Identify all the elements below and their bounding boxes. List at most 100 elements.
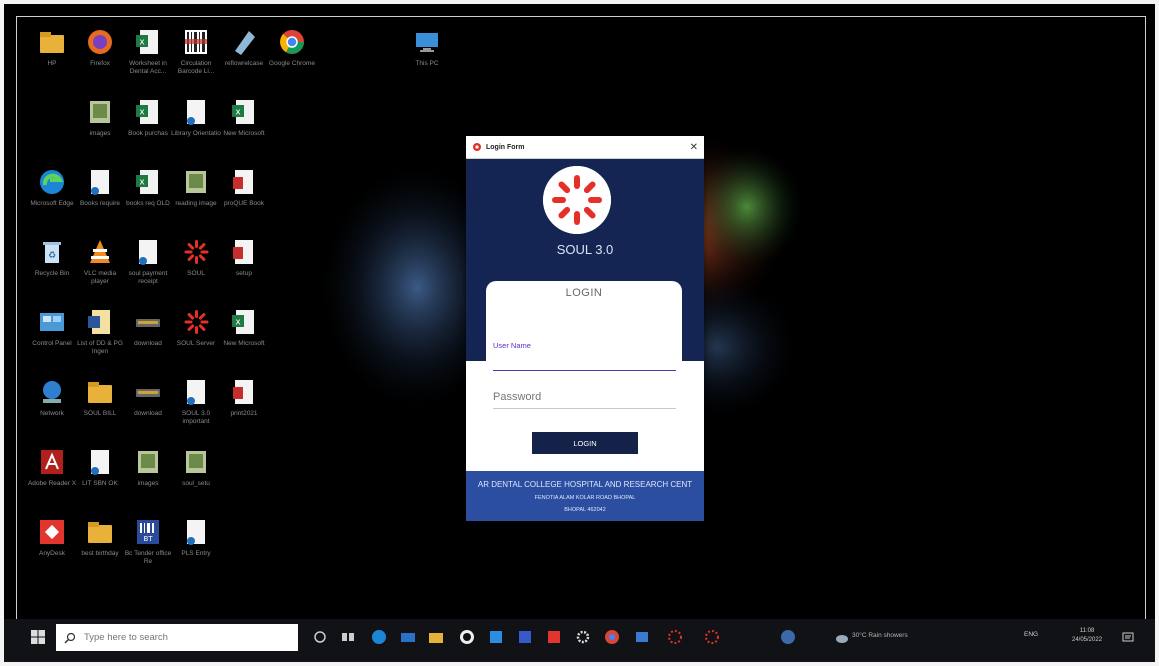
desktop-icon-label: reading image	[175, 200, 217, 207]
soul-taskbar-icon[interactable]	[667, 629, 683, 645]
desktop-icon-images[interactable]: images	[75, 97, 125, 146]
close-icon[interactable]: ✕	[690, 142, 698, 153]
svg-text:x: x	[139, 108, 145, 118]
username-field-label[interactable]: User Name	[493, 341, 676, 350]
desktop-icon-label: setup	[236, 270, 252, 277]
desktop-icon-soul-3-0-important[interactable]: SOUL 3.0 important	[171, 377, 221, 426]
taskbar-search[interactable]	[56, 624, 298, 651]
desktop-icon-this-pc[interactable]: This PC	[402, 27, 452, 76]
photos-icon[interactable]	[634, 629, 650, 645]
desktop-icon-list-of-dd-pg-ingen[interactable]: List of DD & PG Ingen	[75, 307, 125, 356]
desktop-icon-reading-image[interactable]: reading image	[171, 167, 221, 216]
password-input[interactable]	[493, 389, 676, 405]
file-explorer-icon[interactable]	[428, 629, 444, 645]
pdf-icon	[229, 167, 259, 197]
desktop-icon-label: Adobe Reader X	[27, 480, 77, 487]
desktop-icon-label: download	[134, 410, 162, 417]
desktop-icon-print2021[interactable]: print2021	[219, 377, 269, 426]
soul-icon	[181, 307, 211, 337]
desktop-icon-label: Microsoft Edge	[30, 200, 74, 207]
chrome-icon	[277, 27, 307, 57]
desktop-icon-setup[interactable]: setup	[219, 237, 269, 286]
desktop-icon-proque-book[interactable]: proQUE Book	[219, 167, 269, 216]
desktop-icon-firefox[interactable]: Firefox	[75, 27, 125, 76]
desktop-icon-label: download	[134, 340, 162, 347]
store-icon[interactable]	[488, 629, 504, 645]
edge-icon	[37, 167, 67, 197]
desktop-icon-best-birthday[interactable]: best birthday	[75, 517, 125, 566]
desktop-icon-google-chrome[interactable]: Google Chrome	[267, 27, 317, 76]
desktop-icon-books-req-old[interactable]: x books req OLD	[123, 167, 173, 216]
institution-address: FENOTIA ALAM KOLAR ROAD BHOPAL	[534, 495, 636, 501]
desktop-icon-adobe-reader-x[interactable]: Adobe Reader X	[27, 447, 77, 496]
desktop-icon-label: Google Chrome	[269, 60, 315, 67]
chrome-icon[interactable]	[604, 629, 620, 645]
desktop-icon-label: Firefox	[90, 60, 110, 67]
language-indicator[interactable]: ENG	[1024, 631, 1038, 638]
barcode-icon	[181, 27, 211, 57]
soul-server-taskbar-icon[interactable]	[704, 629, 720, 645]
desktop-icon-soul-setu[interactable]: soul_setu	[171, 447, 221, 496]
excel-icon: x	[229, 97, 259, 127]
login-window[interactable]: Login Form ✕ SOUL 3.0 LOGIN User Name LO…	[466, 136, 704, 521]
desktop-icon-label: Circulation Barcode Li...	[177, 60, 215, 75]
search-input[interactable]	[82, 631, 286, 644]
soul-logo-icon	[543, 166, 611, 234]
weather-icon[interactable]	[834, 629, 850, 645]
desktop-icon-worksheet-in-dental-acc[interactable]: x Worksheet in Dental Acc...	[123, 27, 173, 76]
windows-start-icon[interactable]	[30, 629, 46, 645]
excel-icon: x	[133, 167, 163, 197]
svg-text:x: x	[235, 318, 241, 328]
login-card-lower	[466, 361, 704, 471]
desktop-icon-soul-bill[interactable]: SOUL BILL	[75, 377, 125, 426]
desktop-icon-bc-tender-office-re[interactable]: BT Bc Tender office Re	[123, 517, 173, 566]
barcode2-icon: BT	[133, 517, 163, 547]
desktop-icon-download[interactable]: download	[123, 377, 173, 426]
desktop-icon-new-microsoft[interactable]: x New Microsoft	[219, 307, 269, 356]
desktop-icon-new-microsoft[interactable]: x New Microsoft	[219, 97, 269, 146]
github-icon[interactable]	[459, 629, 475, 645]
settings-icon[interactable]	[575, 629, 591, 645]
desktop-icon-control-panel[interactable]: Control Panel	[27, 307, 77, 356]
desktop-icon-soul-server[interactable]: SOUL Server	[171, 307, 221, 356]
edge-icon[interactable]	[371, 629, 387, 645]
desktop-icon-download[interactable]: download	[123, 307, 173, 356]
desktop-icon-recycle-bin[interactable]: ♻ Recycle Bin	[27, 237, 77, 286]
anydesk-icon[interactable]	[546, 629, 562, 645]
acrobat-icon	[37, 447, 67, 477]
cortana-icon[interactable]	[312, 629, 328, 645]
login-button[interactable]: LOGIN	[532, 432, 638, 454]
weather-widget[interactable]: 30°C Rain showers	[852, 632, 908, 639]
username-input-underline[interactable]	[493, 370, 676, 371]
app-name: SOUL 3.0	[556, 242, 614, 257]
task-view-icon[interactable]	[340, 629, 356, 645]
desktop-icon-label: SOUL BILL	[83, 410, 117, 417]
desktop-icon-soul[interactable]: SOUL	[171, 237, 221, 286]
notification-icon[interactable]	[1122, 632, 1134, 644]
desktop-icon-hp[interactable]: HP	[27, 27, 77, 76]
clock[interactable]: 11:08 24/05/2022	[1072, 627, 1102, 645]
drive-icon	[133, 377, 163, 407]
network-globe-icon[interactable]	[780, 629, 796, 645]
desktop-icon-library-orientatio[interactable]: Library Orientatio	[171, 97, 221, 146]
desktop-icon-anydesk[interactable]: AnyDesk	[27, 517, 77, 566]
desktop-icon-label: images	[89, 130, 111, 137]
desktop-icon-circulation-barcode-li[interactable]: Circulation Barcode Li...	[171, 27, 221, 76]
desktop-icon-lit-sbn-ok[interactable]: LIT SBN OK	[75, 447, 125, 496]
mail-icon[interactable]	[400, 629, 416, 645]
desktop-icon-images[interactable]: images	[123, 447, 173, 496]
panel-icon	[37, 307, 67, 337]
files-icon[interactable]	[517, 629, 533, 645]
soul-icon	[181, 237, 211, 267]
desktop-icon-soul-payment-receipt[interactable]: soul payment receipt	[123, 237, 173, 286]
desktop-icon-network[interactable]: Network	[27, 377, 77, 426]
desktop-icon-books-require[interactable]: Books require	[75, 167, 125, 216]
tool-icon	[229, 27, 259, 57]
login-titlebar[interactable]: Login Form ✕	[466, 136, 704, 159]
desktop-icon-vlc-media-player[interactable]: VLC media player	[75, 237, 125, 286]
desktop-icon-book-purchas[interactable]: x Book purchas	[123, 97, 173, 146]
doc-icon	[181, 377, 211, 407]
desktop-icon-reflowrelcase[interactable]: reflowrelcase	[219, 27, 269, 76]
desktop-icon-microsoft-edge[interactable]: Microsoft Edge	[27, 167, 77, 216]
desktop-icon-pls-entry[interactable]: PLS Entry	[171, 517, 221, 566]
